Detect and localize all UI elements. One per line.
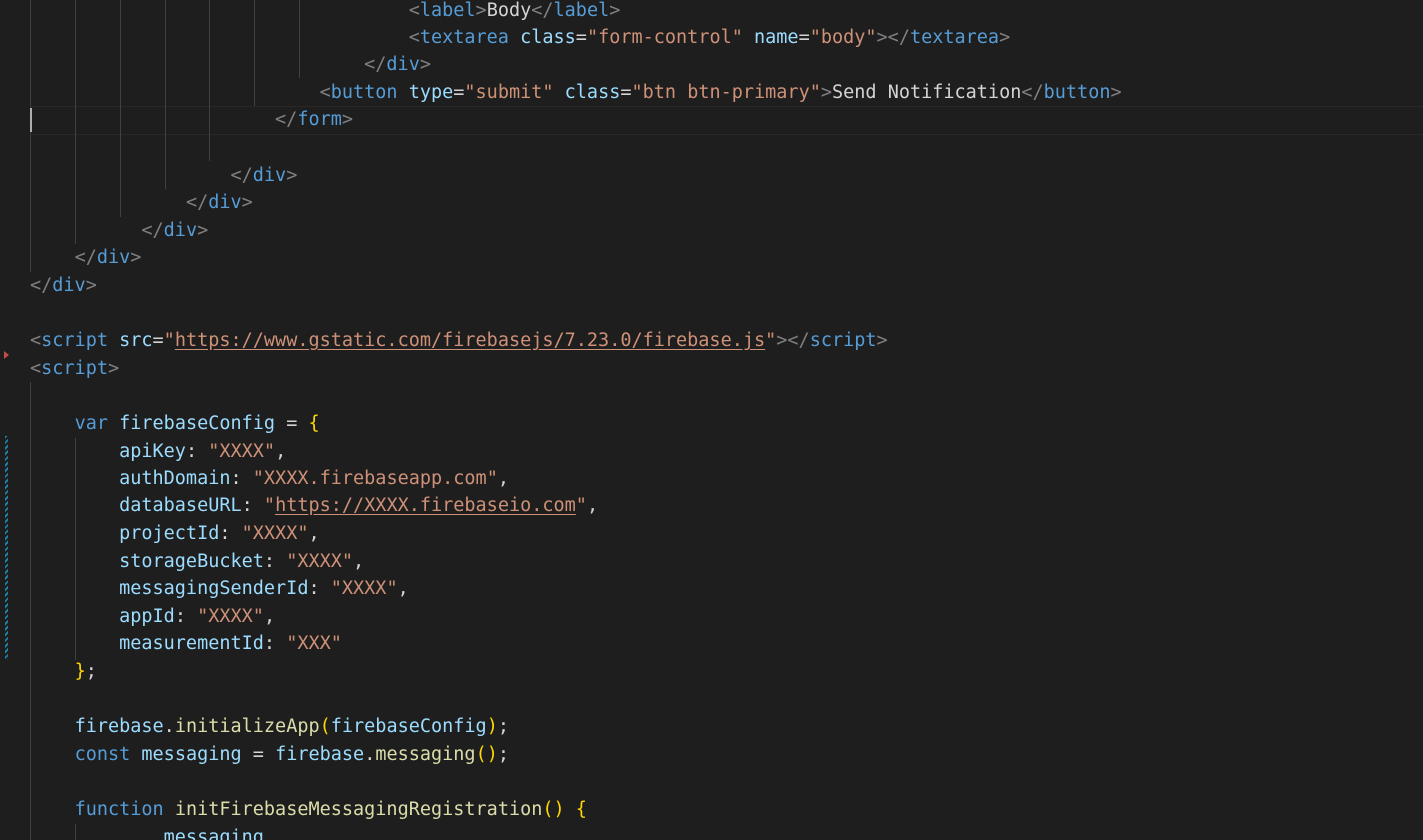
code-line: projectId: "XXXX", bbox=[119, 523, 320, 544]
code-line: measurementId: "XXX" bbox=[119, 633, 342, 654]
code-line: databaseURL: "https://XXXX.firebaseio.co… bbox=[119, 495, 599, 516]
code-line: </form> bbox=[275, 109, 354, 130]
code-line: const messaging = firebase.messaging(); bbox=[74, 744, 509, 765]
code-line: <textarea class="form-control" name="bod… bbox=[408, 27, 1011, 48]
code-line: <script> bbox=[30, 358, 120, 379]
code-line: <button type="submit" class="btn btn-pri… bbox=[319, 82, 1122, 103]
database-url-link[interactable]: https://XXXX.firebaseio.com bbox=[275, 495, 576, 516]
code-line: </div> bbox=[141, 220, 209, 241]
code-line: </div> bbox=[230, 165, 298, 186]
code-line: var firebaseConfig = { bbox=[74, 413, 320, 434]
code-line: <label>Body</label> bbox=[408, 0, 621, 21]
modified-lines-indicator bbox=[5, 436, 8, 660]
script-src-link[interactable]: https://www.gstatic.com/firebasejs/7.23.… bbox=[175, 330, 765, 351]
code-editor[interactable]: <label>Body</label> <textarea class="for… bbox=[0, 0, 1423, 840]
code-line: </div> bbox=[30, 275, 97, 296]
code-line: firebase.initializeApp(firebaseConfig); bbox=[74, 716, 509, 737]
code-line: appId: "XXXX", bbox=[119, 606, 276, 627]
text-cursor bbox=[30, 108, 32, 132]
code-line: <script src="https://www.gstatic.com/fir… bbox=[30, 330, 888, 351]
code-line: </div> bbox=[185, 192, 253, 213]
code-line: apiKey: "XXXX", bbox=[119, 441, 287, 462]
code-line: authDomain: "XXXX.firebaseapp.com", bbox=[119, 468, 509, 489]
code-line: storageBucket: "XXXX", bbox=[119, 551, 365, 572]
code-line: messagingSenderId: "XXXX", bbox=[119, 578, 409, 599]
code-line: messaging bbox=[163, 827, 264, 840]
fold-arrow-icon[interactable] bbox=[4, 351, 9, 359]
code-line: }; bbox=[74, 661, 97, 682]
code-line: </div> bbox=[364, 54, 431, 75]
code-line: </div> bbox=[74, 247, 142, 268]
code-line: function initFirebaseMessagingRegistrati… bbox=[74, 799, 587, 820]
